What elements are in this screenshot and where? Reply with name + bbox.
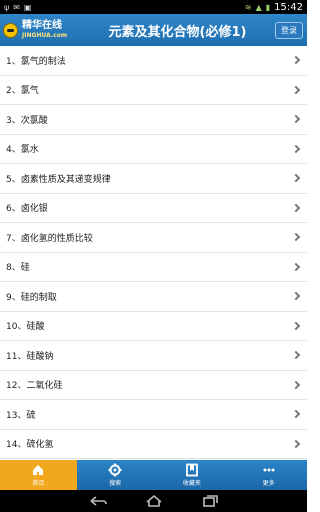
bookmark-icon xyxy=(185,463,198,477)
list-item-label: 10、硅酸 xyxy=(6,322,45,333)
list-item[interactable]: 10、硅酸 xyxy=(0,311,307,341)
list-item-label: 11、硅酸钠 xyxy=(6,351,54,362)
list-item[interactable]: 7、卤化氢的性质比较 xyxy=(0,223,307,253)
battery-icon: ▮ xyxy=(265,2,271,12)
list-item[interactable]: 4、氯水 xyxy=(0,134,307,164)
tab-label: 搜索 xyxy=(109,480,122,487)
bag-icon: ▣ xyxy=(23,2,32,12)
chevron-right-icon xyxy=(291,351,301,360)
list-item[interactable]: 2、氯气 xyxy=(0,75,307,105)
list-item[interactable]: 11、硅酸钠 xyxy=(0,341,307,371)
tab-more[interactable]: 更多 xyxy=(230,460,307,490)
chevron-right-icon xyxy=(291,410,301,419)
system-nav-bar xyxy=(0,490,307,512)
chevron-right-icon xyxy=(291,292,301,301)
gear-icon xyxy=(108,463,122,477)
logo-name-en: JINGHUA.com xyxy=(22,32,68,39)
list-item-label: 6、卤化银 xyxy=(6,204,48,215)
tab-label: 更多 xyxy=(262,480,275,487)
logo-name-cn: 精华在线 xyxy=(22,20,62,31)
more-icon xyxy=(263,468,275,472)
tab-home[interactable]: 首页 xyxy=(0,460,77,490)
list-item-label: 12、二氧化硅 xyxy=(6,381,63,392)
list-item-label: 8、硅 xyxy=(6,263,30,274)
home-icon xyxy=(33,465,44,475)
topic-list: 1、氯气的制法 2、氯气 3、次氯酸 4、氯水 5、卤素性质及其递变规律 6、卤… xyxy=(0,46,307,460)
list-item-label: 2、氯气 xyxy=(6,86,39,97)
page-title: 元素及其化合物(必修1) xyxy=(108,24,247,40)
list-item[interactable]: 12、二氧化硅 xyxy=(0,370,307,400)
chevron-right-icon xyxy=(291,380,301,389)
message-icon: ✉ xyxy=(13,2,20,12)
tab-label: 收藏夹 xyxy=(182,480,201,487)
chevron-right-icon xyxy=(291,115,301,124)
wifi-icon: ≋ xyxy=(244,2,252,12)
logo-icon xyxy=(3,22,18,38)
status-bar: ψ ✉ ▣ ≋ ▲ ▮ 15:42 xyxy=(0,0,307,14)
app-header: 精华在线 JINGHUA.com 元素及其化合物(必修1) 登录 xyxy=(0,14,307,46)
list-item-label: 5、卤素性质及其递变规律 xyxy=(6,174,111,185)
list-item[interactable]: 13、硫 xyxy=(0,400,307,430)
list-item-label: 9、硅的制取 xyxy=(6,292,57,303)
status-system: ≋ ▲ ▮ 15:42 xyxy=(245,2,303,13)
tab-search[interactable]: 搜索 xyxy=(77,460,154,490)
list-item[interactable]: 6、卤化银 xyxy=(0,193,307,223)
chevron-right-icon xyxy=(291,262,301,271)
list-item[interactable]: 9、硅的制取 xyxy=(0,282,307,312)
chevron-right-icon xyxy=(291,85,301,94)
bottom-tab-bar: 首页 搜索 收藏夹 更多 xyxy=(0,460,307,490)
usb-icon: ψ xyxy=(4,2,10,12)
chevron-right-icon xyxy=(291,203,301,212)
list-item[interactable]: 3、次氯酸 xyxy=(0,105,307,135)
list-item-label: 7、卤化氢的性质比较 xyxy=(6,233,93,244)
status-notifications: ψ ✉ ▣ xyxy=(4,3,32,12)
signal-icon: ▲ xyxy=(255,2,262,12)
list-item-label: 14、硫化氢 xyxy=(6,440,54,451)
chevron-right-icon xyxy=(291,233,301,242)
back-icon[interactable] xyxy=(87,494,109,508)
chevron-right-icon xyxy=(291,321,301,330)
chevron-right-icon xyxy=(291,439,301,448)
home-icon[interactable] xyxy=(143,494,165,508)
chevron-right-icon xyxy=(291,56,301,65)
list-item[interactable]: 5、卤素性质及其递变规律 xyxy=(0,164,307,194)
chevron-right-icon xyxy=(291,144,301,153)
list-item-label: 3、次氯酸 xyxy=(6,115,48,126)
list-item[interactable]: 8、硅 xyxy=(0,252,307,282)
list-item[interactable]: 14、硫化氢 xyxy=(0,429,307,459)
tab-label: 首页 xyxy=(32,480,45,487)
list-item-label: 13、硫 xyxy=(6,410,36,421)
app-logo: 精华在线 JINGHUA.com xyxy=(0,14,80,46)
tab-favorites[interactable]: 收藏夹 xyxy=(154,460,231,490)
recent-apps-icon[interactable] xyxy=(199,494,221,508)
list-item[interactable]: 1、氯气的制法 xyxy=(0,46,307,76)
list-item-label: 4、氯水 xyxy=(6,145,39,156)
status-time: 15:42 xyxy=(274,1,303,13)
login-button[interactable]: 登录 xyxy=(275,21,303,39)
chevron-right-icon xyxy=(291,174,301,183)
list-item-label: 1、氯气的制法 xyxy=(6,56,66,67)
